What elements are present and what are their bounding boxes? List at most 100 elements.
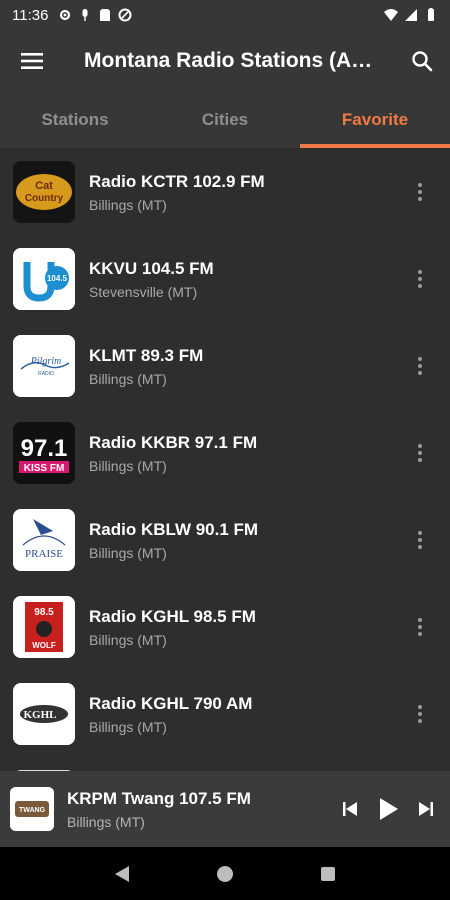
tab-stations[interactable]: Stations xyxy=(0,92,150,148)
data-saver-icon xyxy=(118,8,132,22)
more-vert-icon xyxy=(418,704,422,723)
microphone-icon xyxy=(82,9,88,21)
svg-text:104.5: 104.5 xyxy=(47,274,68,283)
station-row[interactable]: Pilgrim RADIO KLMT 89.3 FM Billings (MT) xyxy=(0,322,450,409)
more-vert-icon xyxy=(418,443,422,462)
cat-country-logo: Cat Country xyxy=(13,160,75,223)
signal-icon xyxy=(405,9,417,21)
mini-player[interactable]: TWANG KRPM Twang 107.5 FM Billings (MT) xyxy=(0,771,450,847)
more-vert-icon xyxy=(418,617,422,636)
play-icon xyxy=(380,798,398,820)
station-list[interactable]: Cat Country Radio KCTR 102.9 FM Billings… xyxy=(0,148,450,771)
more-vert-icon xyxy=(418,356,422,375)
kghl-logo: KGHL xyxy=(13,682,75,745)
more-options-button[interactable] xyxy=(400,259,440,299)
station-logo: PRAISE xyxy=(13,508,75,571)
nav-home-button[interactable] xyxy=(205,854,245,894)
station-row[interactable]: 97.1 KISS FM Radio KKBR 97.1 FM Billings… xyxy=(0,409,450,496)
back-icon xyxy=(114,865,129,882)
search-button[interactable] xyxy=(394,30,450,92)
app-bar: Montana Radio Stations (A… xyxy=(0,30,450,92)
skip-next-icon xyxy=(419,802,433,816)
status-time: 11:36 xyxy=(12,6,49,24)
battery-icon xyxy=(428,8,434,21)
station-city: Billings (MT) xyxy=(89,631,167,648)
play-button[interactable] xyxy=(368,787,408,831)
sd-card-icon xyxy=(100,9,111,21)
search-icon xyxy=(412,51,433,72)
station-logo: Cat Country xyxy=(13,160,75,223)
svg-text:Pilgrim: Pilgrim xyxy=(30,356,62,367)
station-row[interactable]: PRAISE Radio KBLW 90.1 FM Billings (MT) xyxy=(0,496,450,583)
nav-recents-button[interactable] xyxy=(308,854,348,894)
kkvu-logo: 104.5 xyxy=(13,247,75,310)
svg-text:97.1: 97.1 xyxy=(21,435,68,462)
station-city: Billings (MT) xyxy=(89,370,167,387)
station-logo: KGHL xyxy=(13,682,75,745)
svg-text:WOLF: WOLF xyxy=(32,641,56,650)
more-vert-icon xyxy=(418,530,422,549)
svg-text:Country: Country xyxy=(25,193,64,204)
station-logo: 98.5 WOLF xyxy=(13,595,75,658)
more-options-button[interactable] xyxy=(400,172,440,212)
station-city: Billings (MT) xyxy=(89,196,167,213)
pilgrim-radio-logo: Pilgrim RADIO xyxy=(13,334,75,397)
tab-bar: Stations Cities Favorite xyxy=(0,92,450,148)
the-wolf-logo: 98.5 WOLF xyxy=(13,595,75,658)
svg-text:TWANG: TWANG xyxy=(19,807,46,814)
svg-text:Cat: Cat xyxy=(35,180,53,192)
more-vert-icon xyxy=(418,269,422,288)
player-station-name: KRPM Twang 107.5 FM xyxy=(67,788,251,808)
station-city: Billings (MT) xyxy=(89,544,167,561)
more-options-button[interactable] xyxy=(400,346,440,386)
station-row[interactable]: 98.5 WOLF Radio KGHL 98.5 FM Billings (M… xyxy=(0,583,450,670)
settings-icon xyxy=(60,9,71,21)
home-icon xyxy=(216,865,233,882)
station-name: KKVU 104.5 FM xyxy=(89,258,214,278)
more-vert-icon xyxy=(418,182,422,201)
page-title: Montana Radio Stations (A… xyxy=(84,49,373,72)
station-logo: Pilgrim RADIO xyxy=(13,334,75,397)
more-options-button[interactable] xyxy=(400,433,440,473)
recents-icon xyxy=(321,866,336,881)
nav-back-button[interactable] xyxy=(102,854,142,894)
skip-previous-icon xyxy=(343,802,357,816)
previous-button[interactable] xyxy=(332,787,368,831)
more-options-button[interactable] xyxy=(400,607,440,647)
station-name: Radio KGHL 790 AM xyxy=(89,693,253,713)
kiss-fm-logo: 97.1 KISS FM xyxy=(13,421,75,484)
station-name: Radio KGHL 98.5 FM xyxy=(89,606,256,626)
svg-text:PRAISE: PRAISE xyxy=(25,548,63,560)
more-options-button[interactable] xyxy=(400,520,440,560)
station-row[interactable]: KGHL Radio KGHL 790 AM Billings (MT) xyxy=(0,670,450,757)
station-name: Radio KCTR 102.9 FM xyxy=(89,171,265,191)
menu-button[interactable] xyxy=(0,30,64,92)
station-logo: 97.1 KISS FM xyxy=(13,421,75,484)
player-station-logo: TWANG xyxy=(10,787,54,831)
station-row[interactable]: 104.5 KKVU 104.5 FM Stevensville (MT) xyxy=(0,235,450,322)
station-city: Stevensville (MT) xyxy=(89,283,198,300)
station-city: Billings (MT) xyxy=(89,718,167,735)
wifi-icon xyxy=(384,9,398,21)
station-name: Radio KKBR 97.1 FM xyxy=(89,432,258,452)
station-row[interactable]: Cat Country Radio KCTR 102.9 FM Billings… xyxy=(0,148,450,235)
svg-text:RADIO: RADIO xyxy=(38,371,54,377)
tab-cities[interactable]: Cities xyxy=(150,92,300,148)
tab-favorite[interactable]: Favorite xyxy=(300,92,450,148)
twang-logo: TWANG xyxy=(10,787,54,831)
station-row[interactable] xyxy=(0,757,450,771)
station-logo: 104.5 xyxy=(13,247,75,310)
next-button[interactable] xyxy=(408,787,444,831)
system-nav-bar xyxy=(0,847,450,900)
svg-text:98.5: 98.5 xyxy=(34,607,54,618)
svg-text:KISS FM: KISS FM xyxy=(24,463,65,474)
hamburger-icon xyxy=(21,53,43,69)
praise-logo: PRAISE xyxy=(13,508,75,571)
player-station-city: Billings (MT) xyxy=(67,813,145,830)
station-city: Billings (MT) xyxy=(89,457,167,474)
svg-text:KGHL: KGHL xyxy=(23,709,56,721)
station-name: Radio KBLW 90.1 FM xyxy=(89,519,259,539)
status-bar: 11:36 xyxy=(0,0,450,30)
station-name: KLMT 89.3 FM xyxy=(89,345,204,365)
more-options-button[interactable] xyxy=(400,694,440,734)
